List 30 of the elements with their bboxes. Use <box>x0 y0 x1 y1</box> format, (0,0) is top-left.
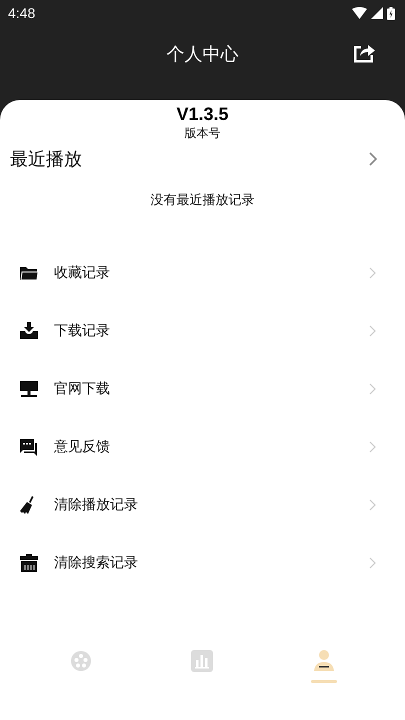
download-icon <box>19 321 39 341</box>
chevron-icon <box>369 499 376 511</box>
status-time: 4:48 <box>8 5 36 21</box>
menu-item[interactable]: 清除搜索记录 <box>0 534 405 592</box>
active-indicator <box>311 680 338 683</box>
bar-chart-icon <box>191 650 214 672</box>
empty-message: 没有最近播放记录 <box>150 192 254 209</box>
trash-icon <box>19 553 39 573</box>
chevron-icon <box>369 441 376 453</box>
wifi-icon <box>352 7 367 19</box>
person-icon <box>313 650 336 672</box>
chevron-icon <box>369 325 376 337</box>
battery-icon <box>387 6 395 20</box>
chevron-icon <box>369 267 376 279</box>
chat-icon <box>19 437 39 457</box>
menu-item[interactable]: 下载记录 <box>0 302 405 360</box>
version-number: V1.3.5 <box>176 103 229 125</box>
chevron-icon[interactable] <box>369 152 377 166</box>
menu-item[interactable]: 清除播放记录 <box>0 476 405 534</box>
chevron-icon <box>369 557 376 569</box>
menu-item[interactable]: 意见反馈 <box>0 418 405 476</box>
page-title: 个人中心 <box>166 43 238 66</box>
menu-item[interactable]: 官网下载 <box>0 360 405 418</box>
version-label: 版本号 <box>184 125 220 141</box>
menu-item[interactable]: 收藏记录 <box>0 244 405 302</box>
signal-icon <box>371 7 383 19</box>
monitor-icon <box>19 379 39 399</box>
section-title: 最近播放 <box>10 148 82 171</box>
chevron-icon <box>369 383 376 395</box>
film-reel-icon <box>70 650 92 672</box>
